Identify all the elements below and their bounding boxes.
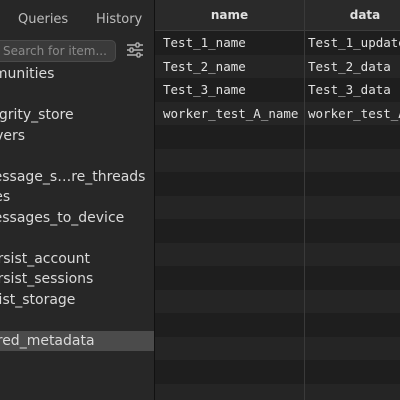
sidebar-item[interactable]: metadata xyxy=(0,228,154,249)
sidebar-tabs: Queries History xyxy=(0,0,154,38)
table-row[interactable] xyxy=(155,172,400,196)
cell-data[interactable]: worker_test_A xyxy=(308,102,400,126)
table-row[interactable] xyxy=(155,195,400,219)
sidebar-item[interactable]: persist_account xyxy=(0,249,154,270)
search-input[interactable] xyxy=(0,41,115,61)
table-row[interactable]: worker_test_A_name worker_test_A xyxy=(155,101,400,126)
sidebar-item[interactable]: reports xyxy=(0,310,154,331)
sidebar: Queries History communities eventsintegri… xyxy=(0,0,155,400)
cell-name[interactable]: Test_2_name xyxy=(163,55,303,79)
search-box xyxy=(0,40,116,62)
sidebar-item[interactable]: persist_storage xyxy=(0,290,154,311)
sidebar-item-label: messages_to_device xyxy=(0,209,125,226)
sidebar-item-label: message_s…re_threads xyxy=(0,168,146,185)
filter-icon[interactable] xyxy=(126,42,144,58)
column-divider[interactable] xyxy=(304,0,305,400)
data-grid: name data Test_1_nameTest_1_updatedTest_… xyxy=(155,0,400,400)
column-header-name[interactable]: name xyxy=(155,0,304,30)
table-row[interactable]: Test_2_name Test_2_data xyxy=(155,54,400,79)
sidebar-item[interactable]: messages xyxy=(0,187,154,208)
table-row[interactable] xyxy=(155,266,400,290)
sidebar-item-label: integrity_store xyxy=(0,107,74,123)
sidebar-item-label: persist_account xyxy=(0,250,90,267)
grid-header: name data xyxy=(155,0,400,31)
sidebar-item[interactable]: shared_metadata xyxy=(0,330,154,351)
cell-name[interactable]: Test_3_name xyxy=(163,78,303,102)
sidebar-item[interactable]: integrity_store xyxy=(0,105,154,126)
grid-rows: Test_1_nameTest_1_updatedTest_2_nameTest… xyxy=(155,31,400,400)
column-header-data[interactable]: data xyxy=(305,0,400,30)
table-row[interactable] xyxy=(155,360,400,384)
table-list: communities eventsintegrity_store observer… xyxy=(0,64,154,392)
sidebar-item[interactable]: message_s…re_threads xyxy=(0,167,154,188)
cell-data[interactable]: Test_3_data xyxy=(308,78,400,102)
table-row[interactable] xyxy=(155,313,400,337)
sidebar-item[interactable]: observers xyxy=(0,126,154,147)
table-row[interactable] xyxy=(155,219,400,243)
sidebar-item-label: messages xyxy=(0,189,11,205)
table-row[interactable] xyxy=(155,125,400,149)
table-row[interactable] xyxy=(155,148,400,172)
tab-queries[interactable]: Queries xyxy=(18,12,68,27)
table-row[interactable]: Test_3_name Test_3_data xyxy=(155,78,400,102)
table-row[interactable] xyxy=(155,336,400,360)
cell-name[interactable]: worker_test_A_name xyxy=(163,102,303,126)
sidebar-item[interactable]: events xyxy=(0,85,154,106)
sidebar-item[interactable]: users xyxy=(0,372,154,393)
sidebar-item-label: persist_sessions xyxy=(0,271,94,287)
sidebar-item-label: shared_metadata xyxy=(0,332,95,349)
sidebar-item[interactable]: threads xyxy=(0,351,154,372)
cell-data[interactable]: Test_1_updated xyxy=(308,31,400,55)
table-row[interactable]: Test_1_nameTest_1_updated xyxy=(155,31,400,55)
sidebar-item[interactable]: messages_to_device xyxy=(0,208,154,229)
cell-data[interactable]: Test_2_data xyxy=(308,55,400,79)
sidebar-item-label: communities xyxy=(0,66,55,82)
cell-name[interactable]: Test_1_name xyxy=(163,31,303,55)
table-row[interactable] xyxy=(155,242,400,266)
sidebar-item[interactable]: communities xyxy=(0,64,154,85)
tab-history[interactable]: History xyxy=(96,12,142,27)
sidebar-item[interactable]: om xyxy=(0,146,154,167)
table-row[interactable] xyxy=(155,383,400,400)
sidebar-item[interactable]: persist_sessions xyxy=(0,269,154,290)
table-row[interactable] xyxy=(155,289,400,313)
sidebar-item-label: observers xyxy=(0,127,26,144)
sidebar-item-label: persist_storage xyxy=(0,291,76,308)
